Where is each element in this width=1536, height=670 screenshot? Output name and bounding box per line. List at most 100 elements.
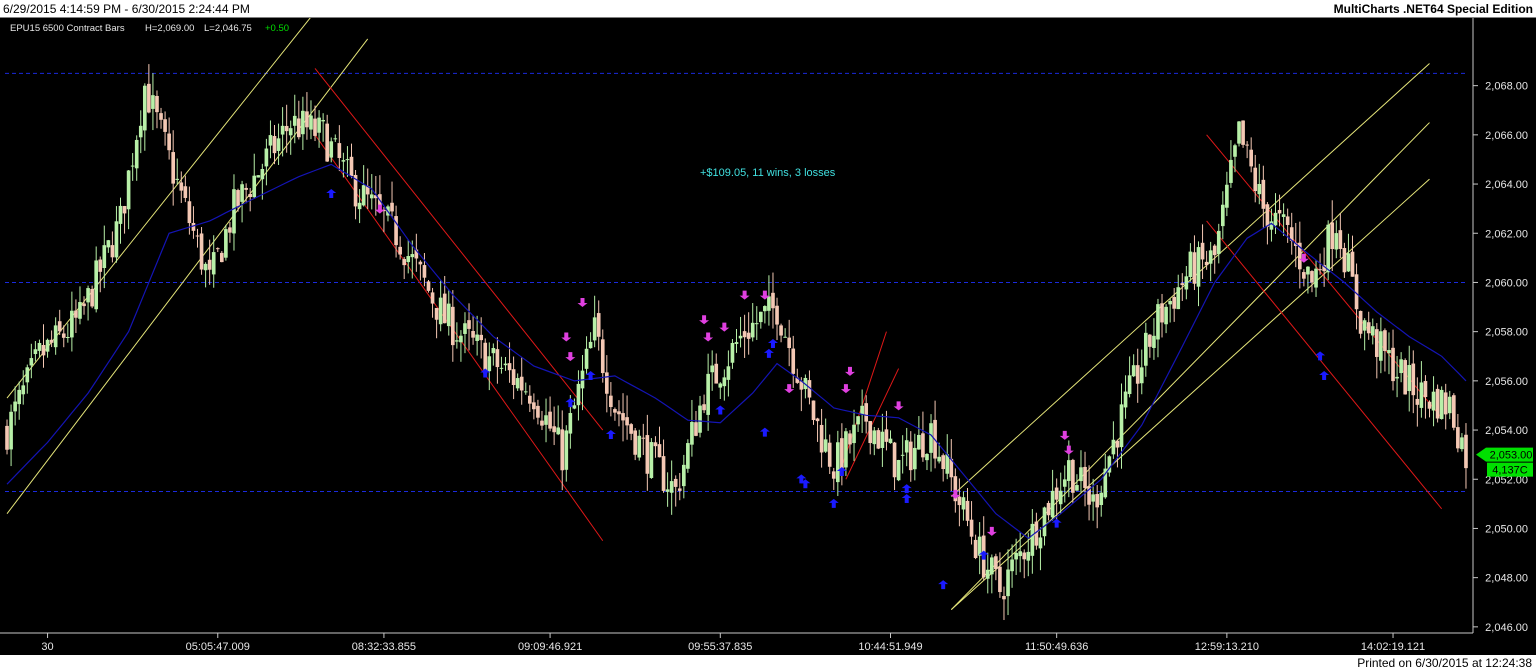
candle-body [779, 325, 783, 336]
candle-body [313, 118, 317, 136]
candle-body [1164, 306, 1168, 325]
candle-body [232, 189, 236, 234]
candle-body [617, 411, 621, 415]
candle-body [264, 148, 269, 167]
candle-body [114, 221, 119, 258]
time-tick-label: 05:05:47.009 [186, 641, 250, 653]
candle-body [625, 417, 629, 426]
chart-background [0, 18, 1536, 655]
candle-body [398, 246, 402, 255]
candle-body [827, 442, 832, 467]
candle-body [495, 349, 500, 368]
candle-body [1006, 569, 1010, 597]
candle-body [329, 141, 334, 158]
candle-body [455, 340, 459, 342]
candle-body [985, 569, 990, 579]
candle-body [994, 556, 998, 570]
candle-body [1431, 391, 1436, 411]
price-tick-label: 2,066.00 [1485, 130, 1528, 142]
candle-body [487, 356, 492, 372]
candle-body [9, 411, 13, 450]
price-tick-label: 2,046.00 [1485, 622, 1528, 634]
candle-body [852, 424, 856, 444]
candle-body [321, 119, 325, 122]
candle-body [819, 424, 824, 453]
candle-body [357, 202, 362, 210]
candle-body [442, 293, 447, 324]
candle-body [860, 405, 864, 415]
candle-body [925, 453, 929, 461]
candle-body [1046, 502, 1051, 516]
candle-body [523, 391, 528, 393]
candle-body [118, 205, 123, 224]
candle-body [70, 310, 74, 338]
candle-body [912, 447, 917, 470]
candle-body [361, 185, 366, 206]
candle-body [215, 248, 220, 250]
time-tick-label: 11:50:49.636 [1025, 641, 1088, 653]
candle-body [673, 478, 678, 487]
change-label: +0.50 [265, 23, 289, 34]
candle-body [596, 313, 601, 337]
candle-body [1196, 247, 1201, 287]
candle-body [540, 420, 544, 426]
candle-body [138, 125, 143, 138]
candle-body [815, 418, 820, 422]
candle-body [130, 165, 135, 167]
time-tick-label: 08:32:33.855 [352, 641, 416, 653]
candle-body [511, 369, 516, 386]
candle-body [1111, 439, 1116, 455]
candle-body [471, 331, 475, 338]
candle-body [195, 235, 200, 237]
candle-body [1062, 479, 1067, 487]
candle-body [106, 240, 111, 248]
candle-body [341, 160, 346, 162]
candle-body [900, 454, 905, 456]
candle-body [1143, 332, 1148, 366]
candle-body [1002, 596, 1006, 600]
candle-body [629, 424, 633, 434]
candle-body [698, 405, 702, 433]
price-tick-label: 2,050.00 [1485, 523, 1528, 535]
candle-body [1123, 391, 1128, 408]
candle-body [787, 337, 792, 349]
candle-body [410, 254, 415, 258]
candle-body [515, 378, 520, 389]
candle-body [252, 175, 257, 198]
candle-body [1135, 365, 1140, 384]
price-chart[interactable]: EPU15 6500 Contract Bars H=2,069.00 L=2,… [0, 18, 1536, 655]
strategy-summary: +$109.05, 11 wins, 3 losses [700, 167, 836, 179]
candle-body [199, 233, 204, 270]
candle-body [467, 320, 471, 329]
candle-body [1176, 287, 1181, 310]
candle-body [446, 303, 451, 327]
candle-body [187, 201, 192, 224]
candle-body [256, 175, 261, 178]
candle-body [228, 227, 232, 233]
application-edition: MultiCharts .NET64 Special Edition [1333, 2, 1533, 16]
candle-body [686, 443, 690, 469]
candle-body [791, 348, 796, 374]
candle-body [1253, 167, 1258, 192]
candle-body [965, 500, 970, 521]
candle-body [848, 433, 852, 445]
candle-body [576, 383, 581, 406]
candle-body [1119, 404, 1124, 448]
candle-body [240, 184, 244, 202]
candle-body [438, 297, 443, 325]
candle-body [718, 383, 723, 388]
candle-body [1387, 350, 1391, 354]
candle-body [864, 403, 869, 422]
candle-body [1071, 459, 1075, 493]
candle-body [1374, 329, 1379, 357]
candle-body [86, 288, 90, 303]
candle-body [418, 261, 423, 265]
candle-body [998, 566, 1002, 593]
candle-body [888, 438, 893, 444]
candle-body [904, 440, 909, 453]
candle-body [1249, 149, 1254, 167]
candle-body [710, 365, 715, 373]
candle-body [884, 429, 889, 442]
footer: Printed on 6/30/2015 at 12:24:38 [0, 655, 1536, 670]
candle-body [945, 454, 950, 474]
